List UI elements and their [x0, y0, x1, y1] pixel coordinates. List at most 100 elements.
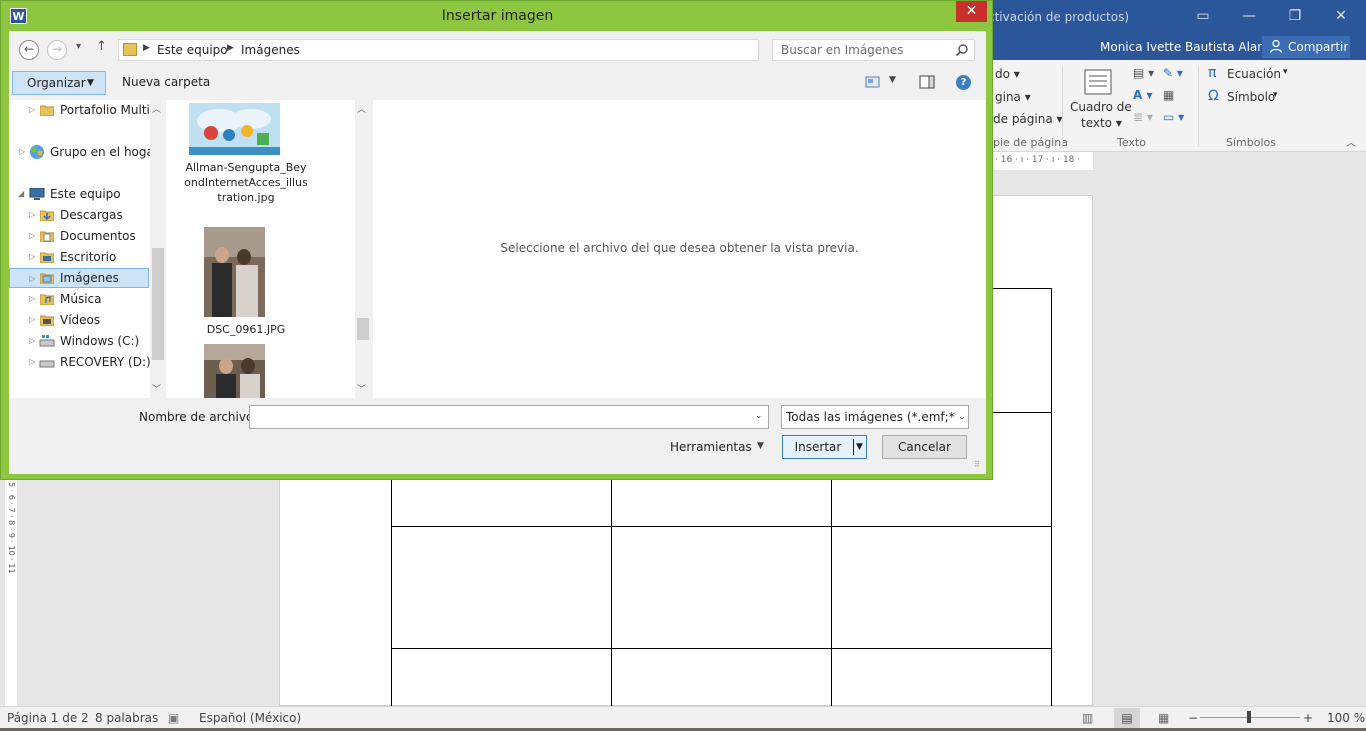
scroll-down-icon[interactable]: ﹀	[152, 382, 161, 395]
tree-item-descargas[interactable]: ▷ Descargas	[9, 205, 149, 225]
equation-icon[interactable]: π	[1208, 65, 1216, 81]
tree-item-recovery-d[interactable]: ▷ RECOVERY (D:)	[9, 352, 151, 372]
drop-cap-icon[interactable]: ≣ ▾	[1133, 110, 1153, 124]
search-box[interactable]: Buscar en Imágenes	[772, 39, 975, 61]
expand-icon[interactable]: ▷	[29, 310, 35, 330]
file-thumbnail-third[interactable]	[204, 344, 265, 398]
zoom-in-icon[interactable]: +	[1303, 711, 1313, 725]
expand-icon[interactable]: ▷	[29, 247, 35, 267]
file-type-select[interactable]: Todas las imágenes (*.emf;*.wmf;*.jpg;*.…	[781, 405, 969, 429]
tree-item-escritorio[interactable]: ▷ Escritorio	[9, 247, 149, 267]
breadcrumb-este-equipo[interactable]: Este equipo	[157, 43, 228, 57]
tree-item-musica[interactable]: ▷ Música	[9, 289, 149, 309]
expand-icon[interactable]: ▷	[29, 269, 35, 289]
tree-item-videos[interactable]: ▷ Vídeos	[9, 310, 149, 330]
collapse-icon[interactable]: ◢	[18, 184, 24, 204]
equation-label[interactable]: Ecuación	[1227, 67, 1281, 81]
expand-icon[interactable]: ▷	[29, 100, 35, 120]
search-placeholder[interactable]: Buscar en Imágenes	[781, 43, 903, 57]
share-button[interactable]: Compartir	[1262, 36, 1350, 58]
word-close-button[interactable]: ✕	[1318, 6, 1364, 28]
tree-item-imagenes[interactable]: ▷ Imágenes	[9, 268, 149, 288]
scroll-up-icon[interactable]: ︿	[357, 102, 366, 115]
ribbon-partial-item-2[interactable]: gina ▾	[995, 90, 1031, 104]
expand-icon[interactable]: ▷	[29, 205, 35, 225]
zoom-slider-thumb[interactable]	[1247, 711, 1251, 723]
minimize-button[interactable]: —	[1226, 6, 1272, 28]
date-time-icon[interactable]: ▦	[1163, 88, 1174, 102]
file-thumbnail-dsc0961[interactable]	[204, 227, 265, 317]
ribbon-display-options-button[interactable]: ▭	[1180, 6, 1226, 28]
object-icon[interactable]: ▭ ▾	[1163, 110, 1184, 124]
tree-item-documentos[interactable]: ▷ Documentos	[9, 226, 149, 246]
scroll-up-icon[interactable]: ︿	[152, 102, 161, 115]
equation-dropdown-icon[interactable]: ▾	[1283, 67, 1288, 77]
signature-line-icon[interactable]: ✎ ▾	[1163, 66, 1183, 80]
tree-item-este-equipo[interactable]: ◢ Este equipo	[9, 184, 149, 204]
symbol-icon[interactable]: Ω	[1208, 88, 1219, 104]
breadcrumb-separator-icon[interactable]: ▶	[227, 43, 234, 53]
file-name-allman[interactable]: Allman-Sengupta_BeyondInternetAcces_illu…	[184, 160, 308, 205]
breadcrumb-imagenes[interactable]: Imágenes	[241, 43, 300, 57]
tree-item-grupo-hogar[interactable]: ▷ Grupo en el hogar	[9, 142, 159, 162]
up-button[interactable]: ↑	[96, 39, 107, 54]
file-thumbnail-illustration[interactable]	[189, 103, 280, 155]
print-layout-icon[interactable]: ▤	[1114, 708, 1140, 728]
zoom-level[interactable]: 100 %	[1327, 711, 1365, 725]
collapse-ribbon-icon[interactable]: ︿	[1346, 134, 1356, 149]
tree-item-portafolio[interactable]: ▷ Portafolio Multin	[9, 100, 157, 120]
nav-pane-scrollbar[interactable]: ︿ ﹀	[150, 100, 165, 398]
help-icon[interactable]: ?	[956, 75, 971, 90]
insert-button[interactable]: Insertar ▼	[782, 435, 867, 459]
forward-button[interactable]: →	[47, 40, 67, 60]
filename-input[interactable]: ⌄	[249, 405, 769, 429]
symbol-dropdown-icon[interactable]: ▾	[1273, 90, 1278, 100]
file-name-dsc0961[interactable]: DSC_0961.JPG	[184, 322, 308, 337]
scroll-thumb[interactable]	[152, 248, 164, 360]
restore-button[interactable]: ❐	[1272, 6, 1318, 28]
zoom-out-icon[interactable]: −	[1188, 711, 1198, 725]
expand-icon[interactable]: ▷	[29, 289, 35, 309]
scroll-thumb[interactable]	[357, 318, 369, 340]
insert-options-dropdown-icon[interactable]: ▼	[856, 436, 863, 458]
recent-locations-icon[interactable]: ▾	[76, 41, 81, 52]
tools-button[interactable]: Herramientas	[670, 440, 752, 454]
word-count[interactable]: 8 palabras	[95, 711, 158, 725]
tree-item-windows-c[interactable]: ▷ Windows (C:)	[9, 331, 149, 351]
resize-grip-icon[interactable]: ⠿	[974, 460, 980, 469]
new-folder-button[interactable]: Nueva carpeta	[122, 75, 210, 89]
view-options-dropdown-icon[interactable]: ▼	[889, 75, 896, 85]
back-button[interactable]: ←	[19, 40, 39, 60]
page-count[interactable]: Página 1 de 2	[7, 711, 89, 725]
expand-icon[interactable]: ▷	[29, 226, 35, 246]
language[interactable]: Español (México)	[199, 711, 301, 725]
breadcrumb-separator-icon[interactable]: ▶	[143, 43, 150, 53]
tools-dropdown-icon[interactable]: ▼	[757, 441, 764, 451]
table-border	[1051, 288, 1052, 707]
wordart-icon[interactable]: A ▾	[1133, 88, 1153, 102]
ribbon-partial-item-3[interactable]: de página ▾	[993, 112, 1063, 126]
expand-icon[interactable]: ▷	[29, 331, 35, 351]
text-box-label-1[interactable]: Cuadro de	[1070, 100, 1132, 114]
organize-button[interactable]: Organizar ▼	[12, 71, 106, 95]
text-box-label-2[interactable]: texto ▾	[1081, 116, 1122, 130]
read-mode-icon[interactable]: ▥	[1082, 711, 1093, 725]
chevron-down-icon[interactable]: ⌄	[755, 411, 763, 421]
user-name[interactable]: Monica Ivette Bautista Alaniz	[1100, 40, 1275, 54]
proofing-icon[interactable]: ▣	[168, 711, 179, 725]
scroll-down-icon[interactable]: ﹀	[357, 382, 366, 395]
address-bar[interactable]: ▶ Este equipo ▶ Imágenes ⌄ ↻	[118, 39, 864, 61]
preview-pane-icon[interactable]	[919, 75, 935, 89]
ribbon-partial-item-1[interactable]: do ▾	[995, 67, 1020, 81]
file-list-scrollbar[interactable]: ︿ ﹀	[355, 100, 370, 398]
search-icon[interactable]	[955, 43, 969, 57]
cancel-button[interactable]: Cancelar	[882, 435, 967, 459]
chevron-down-icon[interactable]: ⌄	[955, 406, 968, 428]
quick-parts-icon[interactable]: ▤ ▾	[1133, 66, 1154, 80]
dialog-close-button[interactable]: ✕	[956, 1, 987, 22]
symbol-label[interactable]: Símbolo	[1227, 90, 1275, 104]
expand-icon[interactable]: ▷	[29, 352, 35, 372]
change-view-icon[interactable]	[865, 75, 881, 89]
web-layout-icon[interactable]: ▦	[1158, 711, 1169, 725]
expand-icon[interactable]: ▷	[19, 142, 25, 162]
